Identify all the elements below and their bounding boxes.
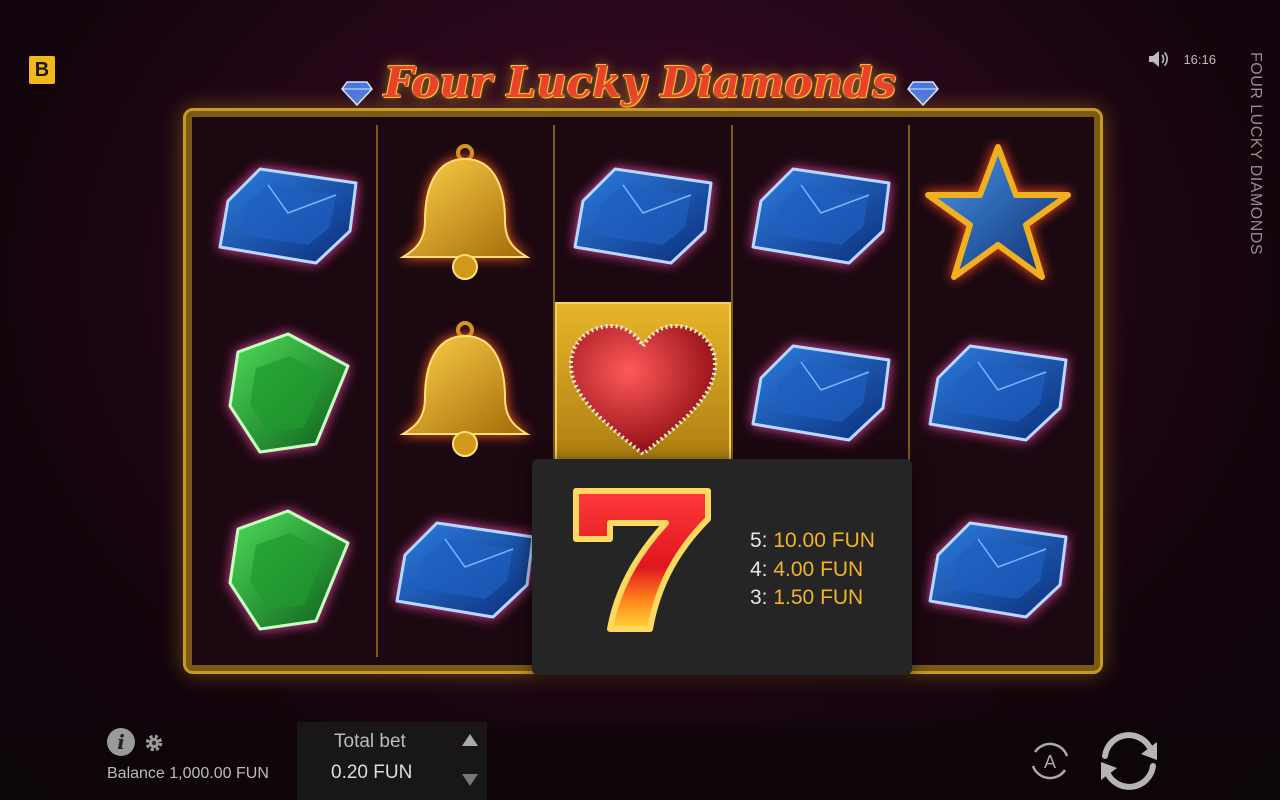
bell-icon <box>399 143 532 280</box>
blue-gem-icon <box>928 344 1068 441</box>
blue-gem-icon <box>928 521 1068 618</box>
diamond-icon <box>341 81 374 106</box>
pay-row: 4: 4.00 FUN <box>750 557 864 581</box>
info-icon[interactable]: i <box>107 728 135 756</box>
heart-icon <box>568 323 717 457</box>
blue-gem-symbol[interactable] <box>200 125 376 302</box>
bottom-bar <box>0 722 1280 800</box>
star-symbol[interactable] <box>910 125 1086 302</box>
spin-button[interactable] <box>1093 728 1165 794</box>
total-bet-label: Total bet <box>334 731 406 752</box>
autoplay-button[interactable]: A <box>1027 738 1073 784</box>
blue-gem-icon <box>218 167 358 264</box>
star-icon <box>925 143 1072 280</box>
paytable-popup: 5: 10.00 FUN 4: 4.00 FUN 3: 1.50 FUN <box>532 459 912 675</box>
balance-text: Balance 1,000.00 FUN <box>107 765 269 782</box>
blue-gem-symbol[interactable] <box>733 125 909 302</box>
total-bet-value: 0.20 FUN <box>331 762 413 783</box>
bell-symbol[interactable] <box>378 125 554 302</box>
blue-gem-symbol[interactable] <box>910 302 1086 479</box>
reel-5 <box>910 125 1086 657</box>
bell-symbol[interactable] <box>378 302 554 479</box>
gear-icon[interactable] <box>144 733 164 753</box>
blue-gem-symbol[interactable] <box>733 302 909 479</box>
blue-gem-symbol[interactable] <box>555 125 731 302</box>
pay-row: 3: 1.50 FUN <box>750 586 864 609</box>
green-gem-icon <box>228 509 350 630</box>
green-gem-symbol[interactable] <box>200 302 376 479</box>
blue-gem-symbol[interactable] <box>378 479 554 656</box>
seven-symbol-icon <box>573 488 711 632</box>
svg-text:A: A <box>1044 752 1056 772</box>
reel-2 <box>378 125 556 657</box>
blue-gem-icon <box>395 521 535 618</box>
blue-gem-icon <box>751 344 891 441</box>
heart-symbol[interactable] <box>555 302 731 479</box>
blue-gem-icon <box>751 167 891 264</box>
bet-increase-icon[interactable] <box>462 734 478 746</box>
logo-title: Four Lucky Diamonds <box>383 58 897 107</box>
bell-icon <box>399 320 532 457</box>
reel-1 <box>200 125 378 657</box>
green-gem-symbol[interactable] <box>200 479 376 656</box>
blue-gem-symbol[interactable] <box>910 479 1086 656</box>
green-gem-icon <box>228 332 350 453</box>
blue-gem-icon <box>573 167 713 264</box>
bet-decrease-icon[interactable] <box>462 774 478 786</box>
pay-row: 5: 10.00 FUN <box>750 529 875 552</box>
paytable-values: 5: 10.00 FUN 4: 4.00 FUN 3: 1.50 FUN <box>750 527 875 613</box>
game-logo: Four Lucky Diamonds <box>0 58 1280 107</box>
diamond-icon <box>906 81 939 106</box>
